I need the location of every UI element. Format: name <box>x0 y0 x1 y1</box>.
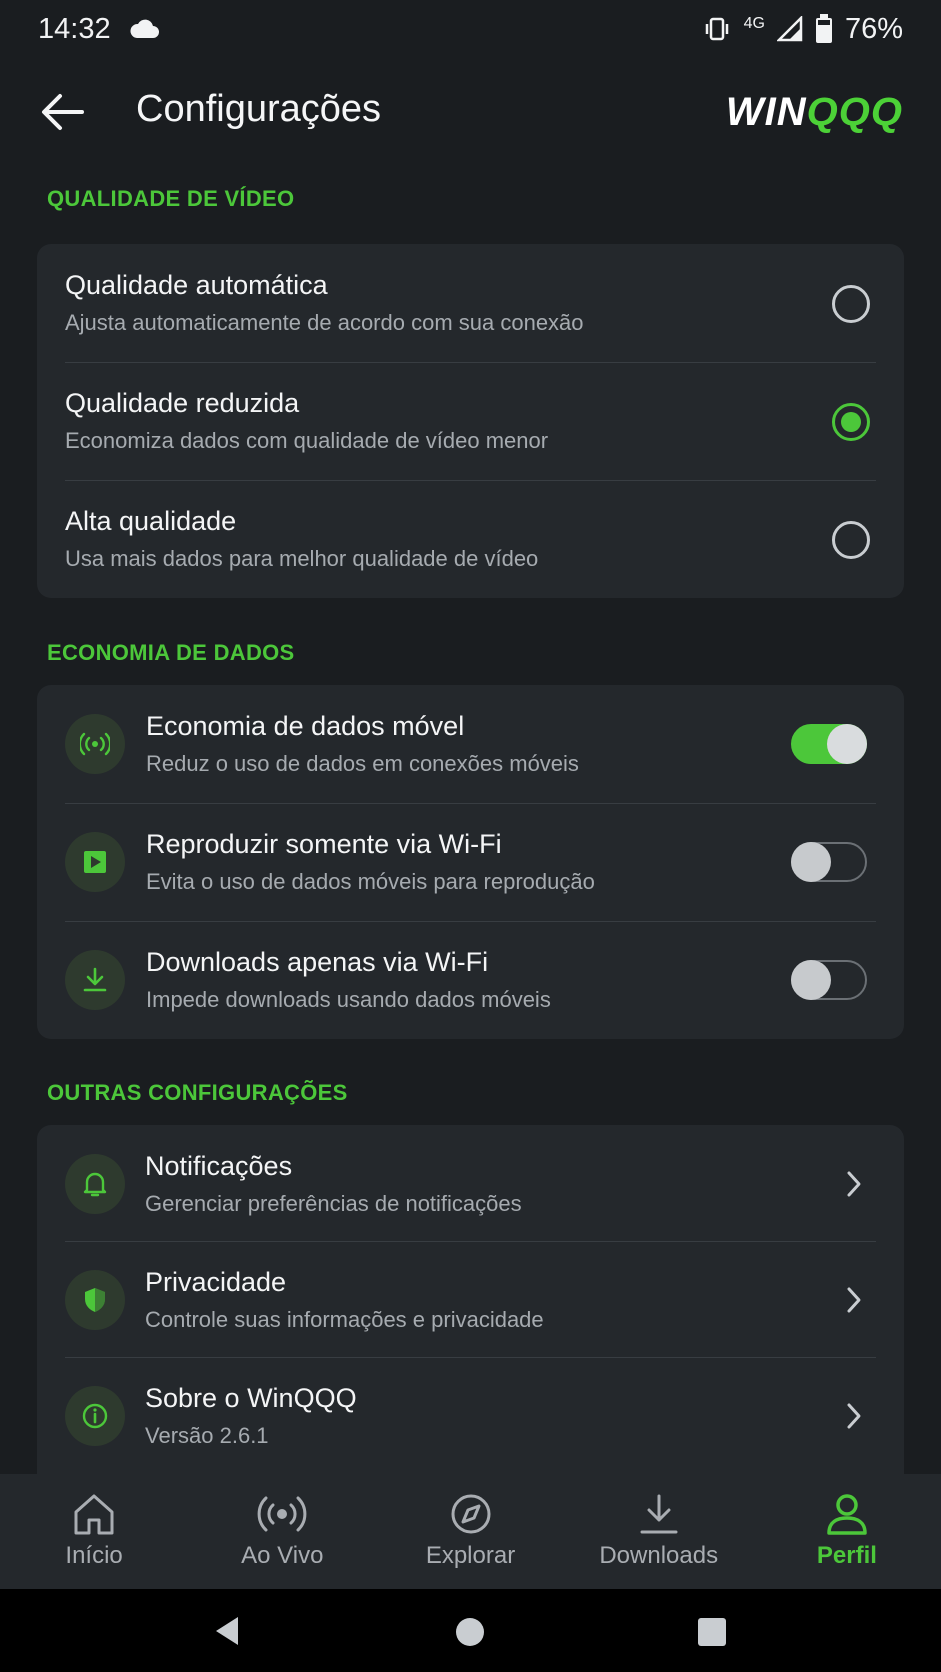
bell-icon <box>83 1172 107 1197</box>
other-settings-card: Notificações Gerenciar preferências de n… <box>37 1125 904 1474</box>
icon-badge <box>65 1270 125 1330</box>
nav-item-live[interactable]: Ao Vivo <box>188 1474 376 1589</box>
home-icon <box>74 1494 114 1535</box>
setting-wifi-only-downloads[interactable]: Downloads apenas via Wi-Fi Impede downlo… <box>37 921 904 1039</box>
setting-title: Reproduzir somente via Wi-Fi <box>146 829 502 859</box>
setting-notifications[interactable]: Notificações Gerenciar preferências de n… <box>37 1125 904 1241</box>
setting-title: Downloads apenas via Wi-Fi <box>146 947 489 977</box>
section-label-other-settings: OUTRAS CONFIGURAÇÕES <box>47 1080 348 1105</box>
option-subtitle: Ajusta automaticamente de acordo com sua… <box>65 310 584 335</box>
cloud-icon <box>130 19 159 38</box>
brand-logo-part-qqq: QQQ <box>806 90 903 134</box>
shield-icon <box>85 1288 105 1312</box>
back-arrow-icon[interactable] <box>38 90 86 134</box>
status-time: 14:32 <box>38 12 111 45</box>
option-title: Alta qualidade <box>65 506 237 536</box>
toggle-switch-off[interactable] <box>791 960 867 1000</box>
toggle-knob <box>827 724 867 764</box>
signal-broadcast-icon <box>80 732 110 756</box>
setting-subtitle: Impede downloads usando dados móveis <box>146 987 551 1012</box>
setting-title: Sobre o WinQQQ <box>145 1383 357 1413</box>
quality-option-reduced[interactable]: Qualidade reduzida Economiza dados com q… <box>37 362 904 480</box>
app-bar: Configurações WINQQQ <box>0 66 941 158</box>
signal-icon <box>776 16 803 42</box>
data-saving-card: Economia de dados móvel Reduz o uso de d… <box>37 685 904 1039</box>
battery-icon <box>815 14 832 43</box>
section-label-video-quality: QUALIDADE DE VÍDEO <box>47 186 295 211</box>
nav-item-home[interactable]: Início <box>0 1474 188 1589</box>
icon-badge <box>65 950 125 1010</box>
play-icon <box>84 851 106 873</box>
section-label-data-saving: ECONOMIA DE DADOS <box>47 640 295 665</box>
download-icon <box>640 1494 678 1534</box>
download-icon <box>83 967 107 992</box>
radio-button[interactable] <box>832 285 870 323</box>
nav-item-profile[interactable]: Perfil <box>753 1474 941 1589</box>
quality-option-high[interactable]: Alta qualidade Usa mais dados para melho… <box>37 480 904 598</box>
toggle-switch-on[interactable] <box>791 724 867 764</box>
nav-label: Início <box>65 1542 123 1569</box>
setting-subtitle: Versão 2.6.1 <box>145 1423 269 1448</box>
quality-option-auto[interactable]: Qualidade automática Ajusta automaticame… <box>37 244 904 362</box>
setting-subtitle: Reduz o uso de dados em conexões móveis <box>146 751 579 776</box>
chevron-right-icon <box>847 1171 861 1197</box>
nav-label: Downloads <box>599 1542 719 1569</box>
option-title: Qualidade reduzida <box>65 388 300 418</box>
chevron-right-icon <box>847 1287 861 1313</box>
battery-level: 76% <box>844 12 903 45</box>
back-triangle-icon[interactable] <box>212 1615 242 1647</box>
home-circle-icon[interactable] <box>454 1616 486 1648</box>
icon-badge <box>65 714 125 774</box>
radio-button[interactable] <box>832 521 870 559</box>
radio-button-selected[interactable] <box>832 403 870 441</box>
profile-icon <box>827 1494 867 1535</box>
live-icon <box>257 1496 307 1532</box>
status-bar: 14:32 4G 76% <box>0 0 941 58</box>
chevron-right-icon <box>847 1403 861 1429</box>
toggle-knob <box>791 960 831 1000</box>
toggle-switch-off[interactable] <box>791 842 867 882</box>
nav-label: Perfil <box>816 1542 877 1569</box>
icon-badge <box>65 1386 125 1446</box>
bottom-navigation: Início Ao Vivo Explorar Downloads Perfil <box>0 1474 941 1589</box>
option-subtitle: Usa mais dados para melhor qualidade de … <box>65 546 539 571</box>
setting-title: Economia de dados móvel <box>146 711 465 741</box>
nav-item-explore[interactable]: Explorar <box>376 1474 564 1589</box>
option-title: Qualidade automática <box>65 270 328 300</box>
network-type: 4G <box>743 14 765 32</box>
setting-subtitle: Controle suas informações e privacidade <box>145 1307 544 1332</box>
system-navigation-bar <box>0 1589 941 1672</box>
setting-wifi-only-playback[interactable]: Reproduzir somente via Wi-Fi Evita o uso… <box>37 803 904 921</box>
setting-mobile-data-saver[interactable]: Economia de dados móvel Reduz o uso de d… <box>37 685 904 803</box>
icon-badge <box>65 832 125 892</box>
nav-label: Explorar <box>425 1542 516 1569</box>
setting-privacy[interactable]: Privacidade Controle suas informações e … <box>37 1241 904 1357</box>
brand-logo-part-win: WIN <box>725 90 807 134</box>
info-icon <box>82 1403 108 1429</box>
recents-square-icon[interactable] <box>697 1617 727 1647</box>
page-title: Configurações <box>136 88 382 130</box>
brand-logo: WINQQQ <box>726 90 903 135</box>
nav-label: Ao Vivo <box>241 1542 324 1569</box>
setting-title: Privacidade <box>145 1267 287 1297</box>
option-subtitle: Economiza dados com qualidade de vídeo m… <box>65 428 549 453</box>
toggle-knob <box>791 842 831 882</box>
vibrate-icon <box>705 17 728 41</box>
setting-about[interactable]: Sobre o WinQQQ Versão 2.6.1 <box>37 1357 904 1474</box>
setting-title: Notificações <box>145 1151 293 1181</box>
compass-icon <box>451 1494 490 1534</box>
setting-subtitle: Evita o uso de dados móveis para reprodu… <box>146 869 595 894</box>
setting-subtitle: Gerenciar preferências de notificações <box>145 1191 522 1216</box>
nav-item-downloads[interactable]: Downloads <box>565 1474 753 1589</box>
icon-badge <box>65 1154 125 1214</box>
video-quality-card: Qualidade automática Ajusta automaticame… <box>37 244 904 598</box>
